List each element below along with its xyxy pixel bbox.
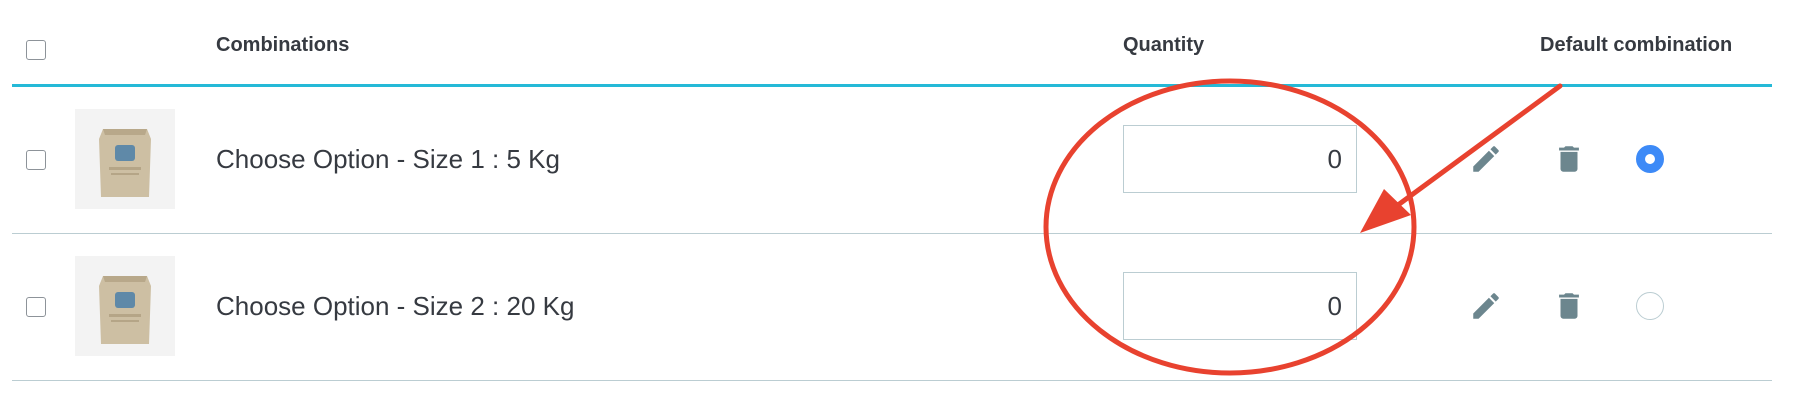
combinations-table: Combinations Quantity Default combinatio… <box>12 0 1772 381</box>
quantity-column-header: Quantity <box>1123 34 1205 56</box>
quantity-input[interactable] <box>1123 125 1357 193</box>
product-thumbnail <box>75 109 175 209</box>
select-all-checkbox[interactable] <box>26 40 46 60</box>
default-combination-radio[interactable] <box>1636 145 1664 173</box>
pencil-icon[interactable] <box>1469 142 1503 176</box>
row-checkbox[interactable] <box>26 297 46 317</box>
row-checkbox[interactable] <box>26 150 46 170</box>
table-row: Choose Option - Size 1 : 5 Kg <box>12 87 1772 234</box>
trash-icon[interactable] <box>1552 142 1586 176</box>
trash-icon[interactable] <box>1552 289 1586 323</box>
product-thumbnail <box>75 256 175 356</box>
combination-name: Choose Option - Size 2 : 20 Kg <box>216 291 575 321</box>
table-row: Choose Option - Size 2 : 20 Kg <box>12 234 1772 381</box>
table-header: Combinations Quantity Default combinatio… <box>12 0 1772 87</box>
combinations-column-header: Combinations <box>216 34 350 56</box>
default-combination-column-header: Default combination <box>1540 34 1733 56</box>
default-combination-radio[interactable] <box>1636 292 1664 320</box>
quantity-input[interactable] <box>1123 272 1357 340</box>
combination-name: Choose Option - Size 1 : 5 Kg <box>216 144 560 174</box>
pencil-icon[interactable] <box>1469 289 1503 323</box>
